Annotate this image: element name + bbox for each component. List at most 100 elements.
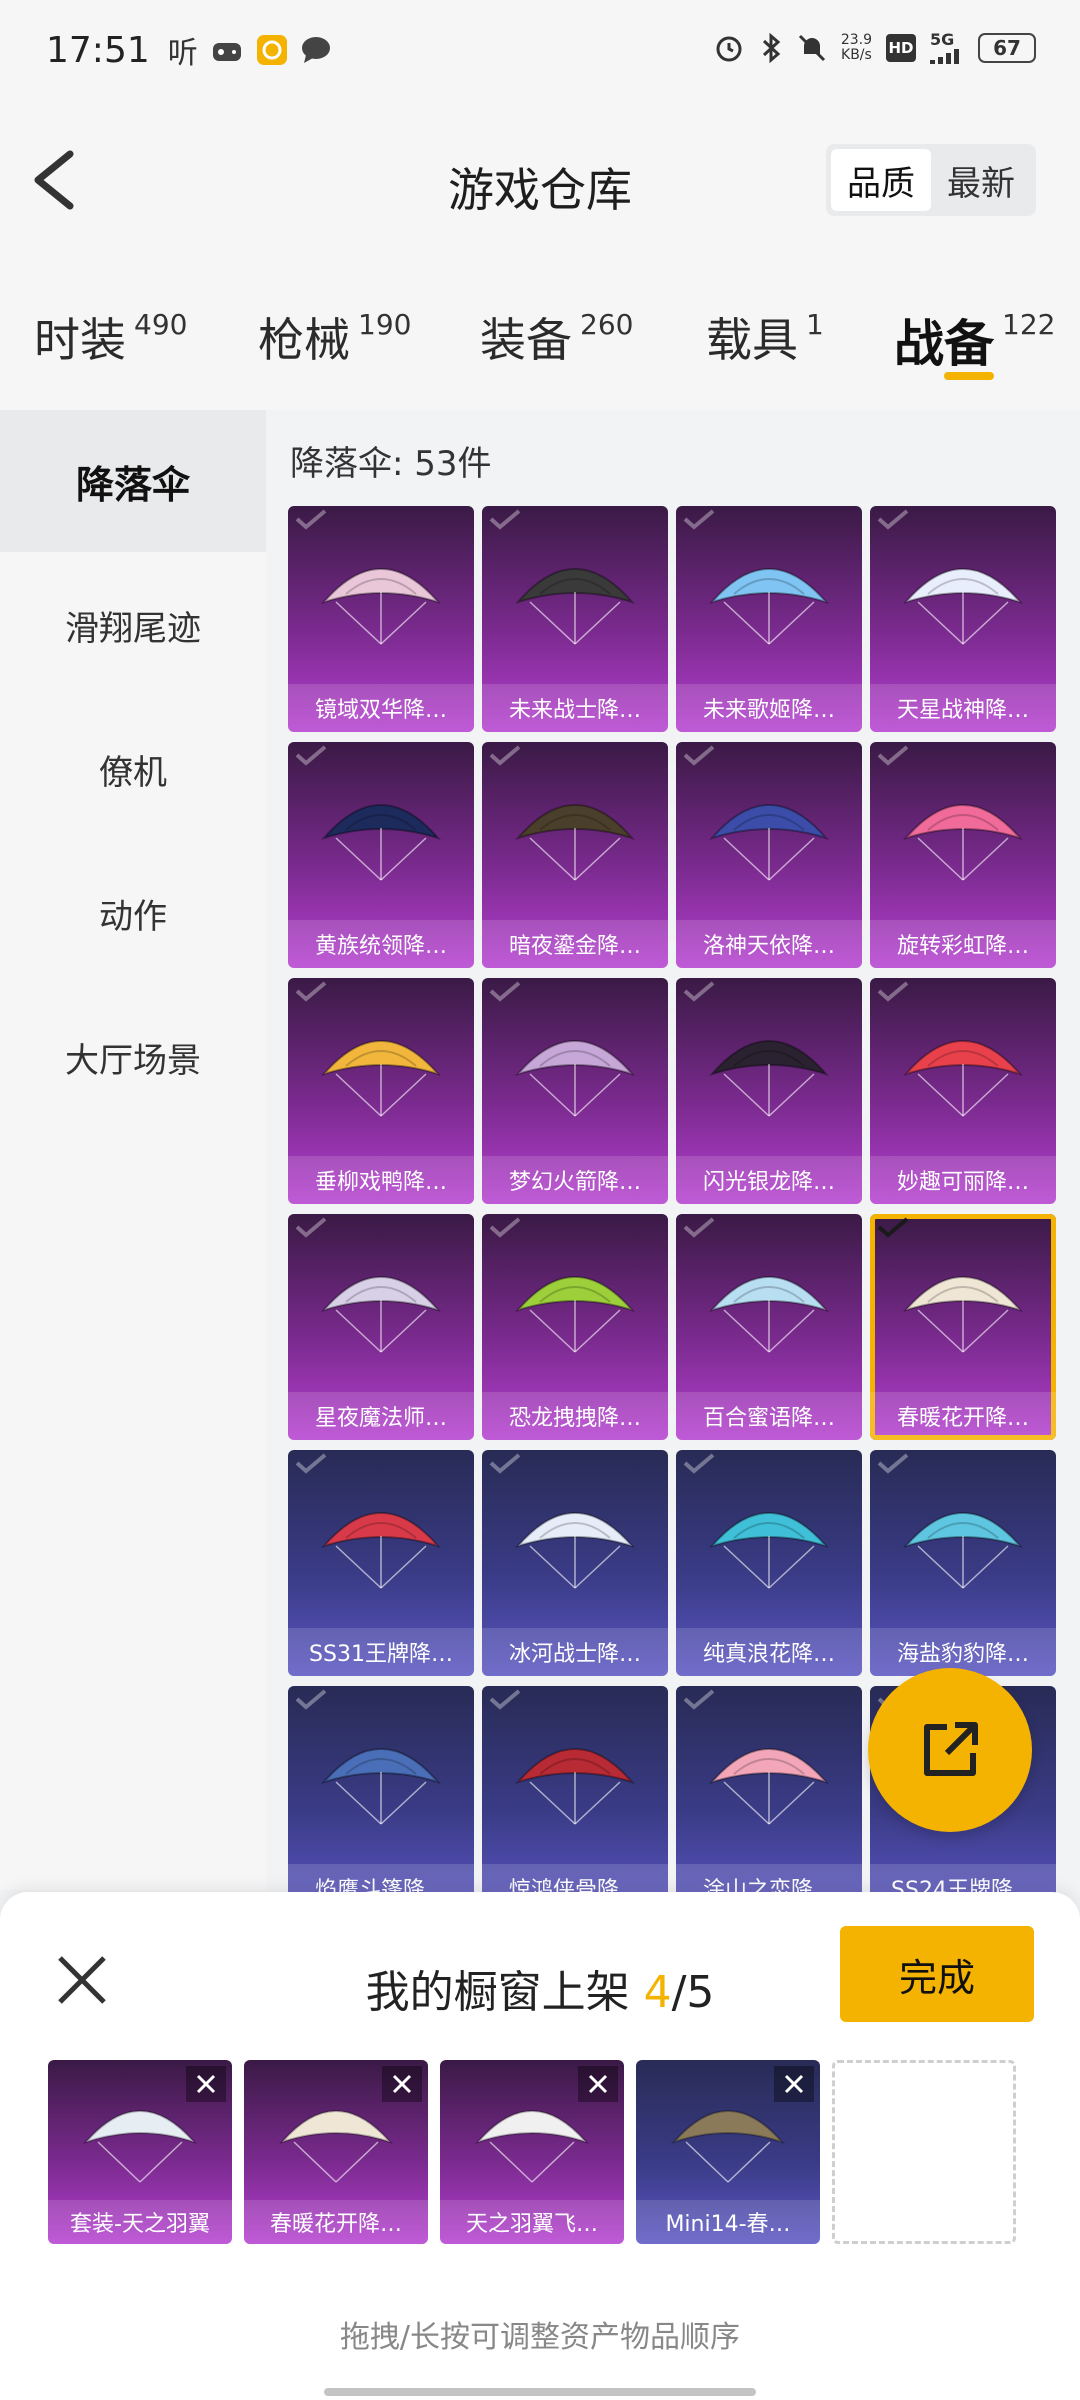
parachute-card[interactable]: 星夜魔法师… — [288, 1214, 474, 1440]
parachute-icon — [320, 568, 442, 645]
sidebar-item-parachute[interactable]: 降落伞 — [0, 410, 266, 552]
reorder-hint: 拖拽/长按可调整资产物品顺序 — [339, 2320, 741, 2355]
parachute-name: 未来歌姬降… — [676, 684, 862, 732]
status-bar: 17:51 听 23.9 KB/s HD 5G 67 — [0, 0, 1080, 100]
parachute-card[interactable]: 涂山之恋降… — [676, 1686, 862, 1912]
parachute-icon — [902, 1040, 1024, 1117]
net-speed-unit: KB/s — [841, 47, 872, 63]
done-button[interactable]: 完成 — [840, 1926, 1034, 2022]
status-time: 17:51 — [46, 29, 150, 71]
battery-indicator: 67 — [978, 33, 1036, 63]
check-icon — [683, 981, 715, 1002]
parachute-name: 天星战神降… — [870, 684, 1056, 732]
check-icon — [295, 509, 327, 530]
parachute-card[interactable]: 妙趣可丽降… — [870, 978, 1056, 1204]
parachute-card[interactable]: SS31王牌降… — [288, 1450, 474, 1676]
bluetooth-icon — [762, 32, 781, 64]
tab-vehicles[interactable]: 载具 1 — [706, 304, 824, 370]
tab-count: 490 — [134, 308, 188, 341]
parachute-name: 百合蜜语降… — [676, 1392, 862, 1440]
sidebar-item-lobby-scene[interactable]: 大厅场景 — [0, 986, 266, 1128]
parachute-name: 旋转彩虹降… — [870, 920, 1056, 968]
parachute-card[interactable]: 惊鸿侠骨降… — [482, 1686, 668, 1912]
check-icon — [489, 1217, 521, 1238]
hd-badge: HD — [886, 34, 916, 62]
showcase-slot[interactable]: 春暖花开降… — [244, 2060, 428, 2244]
parachute-name: 妙趣可丽降… — [870, 1156, 1056, 1204]
parachute-icon — [514, 804, 636, 881]
parachute-card[interactable]: 焰鹰斗篷降… — [288, 1686, 474, 1912]
parachute-icon — [708, 568, 830, 645]
showcase-slot[interactable]: 套装-天之羽翼 — [48, 2060, 232, 2244]
check-icon — [295, 1217, 327, 1238]
check-icon — [683, 1453, 715, 1474]
parachute-name: 镜域双华降… — [288, 684, 474, 732]
parachute-icon — [902, 1512, 1024, 1589]
parachute-name: 春暖花开降… — [870, 1392, 1056, 1440]
net-speed-value: 23.9 — [840, 32, 872, 48]
sidebar-item-glide-trail[interactable]: 滑翔尾迹 — [0, 554, 266, 696]
check-icon — [683, 1217, 715, 1238]
tab-firearms[interactable]: 枪械 190 — [258, 304, 411, 370]
showcase-slot[interactable]: 天之羽翼飞… — [440, 2060, 624, 2244]
tab-fashion[interactable]: 时装 490 — [34, 304, 187, 370]
parachute-icon — [514, 1512, 636, 1589]
item-icon — [670, 2110, 786, 2183]
parachute-icon — [708, 1512, 830, 1589]
check-icon — [295, 981, 327, 1002]
parachute-name: 梦幻火箭降… — [482, 1156, 668, 1204]
active-tab-indicator — [944, 372, 994, 380]
signal-group: 5G — [930, 32, 964, 64]
parachute-name: 恐龙拽拽降… — [482, 1392, 668, 1440]
parachute-card[interactable]: 百合蜜语降… — [676, 1214, 862, 1440]
parachute-card[interactable]: 暗夜鎏金降… — [482, 742, 668, 968]
parachute-icon — [514, 568, 636, 645]
home-indicator[interactable] — [324, 2388, 756, 2396]
parachute-name: 黄族统领降… — [288, 920, 474, 968]
parachute-card[interactable]: 春暖花开降… — [870, 1214, 1056, 1440]
parachute-name: 垂柳戏鸭降… — [288, 1156, 474, 1204]
parachute-card[interactable]: 垂柳戏鸭降… — [288, 978, 474, 1204]
parachute-card[interactable]: 镜域双华降… — [288, 506, 474, 732]
parachute-card[interactable]: 洛神天依降… — [676, 742, 862, 968]
sort-quality-button[interactable]: 品质 — [831, 149, 931, 211]
parachute-card[interactable]: 未来歌姬降… — [676, 506, 862, 732]
empty-slot[interactable] — [832, 2060, 1016, 2244]
parachute-card[interactable]: 黄族统领降… — [288, 742, 474, 968]
sidebar-item-emote[interactable]: 动作 — [0, 842, 266, 984]
check-icon — [683, 509, 715, 530]
parachute-card[interactable]: 纯真浪花降… — [676, 1450, 862, 1676]
item-icon — [278, 2110, 394, 2183]
category-tabs: 时装 490 枪械 190 装备 260 载具 1 战备 122 — [0, 260, 1080, 410]
showcase-current-count: 4 — [643, 1967, 672, 2018]
parachute-icon — [320, 1276, 442, 1353]
tab-label: 装备 — [480, 313, 572, 367]
tab-label: 枪械 — [258, 313, 350, 367]
parachute-icon — [320, 804, 442, 881]
alarm-icon — [716, 36, 742, 62]
parachute-card[interactable]: 梦幻火箭降… — [482, 978, 668, 1204]
parachute-icon — [902, 568, 1024, 645]
parachute-card[interactable]: 天星战神降… — [870, 506, 1056, 732]
sort-newest-button[interactable]: 最新 — [931, 149, 1031, 211]
parachute-card[interactable]: 恐龙拽拽降… — [482, 1214, 668, 1440]
parachute-card[interactable]: 冰河战士降… — [482, 1450, 668, 1676]
parachute-card[interactable]: 闪光银龙降… — [676, 978, 862, 1204]
slot-item-name: Mini14-春… — [636, 2200, 820, 2244]
parachute-name: 冰河战士降… — [482, 1628, 668, 1676]
showcase-title-text: 我的橱窗上架 — [365, 1967, 644, 2018]
parachute-icon — [708, 1276, 830, 1353]
tab-combat-gear[interactable]: 战备 122 — [894, 304, 1055, 376]
showcase-panel: 我的橱窗上架 4/5 完成 套装-天之羽翼 春暖花开降… 天之羽翼飞… Mini14-… — [0, 1892, 1080, 2400]
share-button[interactable] — [868, 1668, 1032, 1832]
parachute-card[interactable]: 海盐豹豹降… — [870, 1450, 1056, 1676]
parachute-icon — [708, 804, 830, 881]
check-icon — [489, 509, 521, 530]
tab-count: 190 — [358, 308, 412, 341]
sidebar-item-wingman[interactable]: 僚机 — [0, 698, 266, 840]
parachute-card[interactable]: 未来战士降… — [482, 506, 668, 732]
parachute-name: 闪光银龙降… — [676, 1156, 862, 1204]
parachute-card[interactable]: 旋转彩虹降… — [870, 742, 1056, 968]
showcase-slot[interactable]: Mini14-春… — [636, 2060, 820, 2244]
tab-equipment[interactable]: 装备 260 — [480, 304, 633, 370]
